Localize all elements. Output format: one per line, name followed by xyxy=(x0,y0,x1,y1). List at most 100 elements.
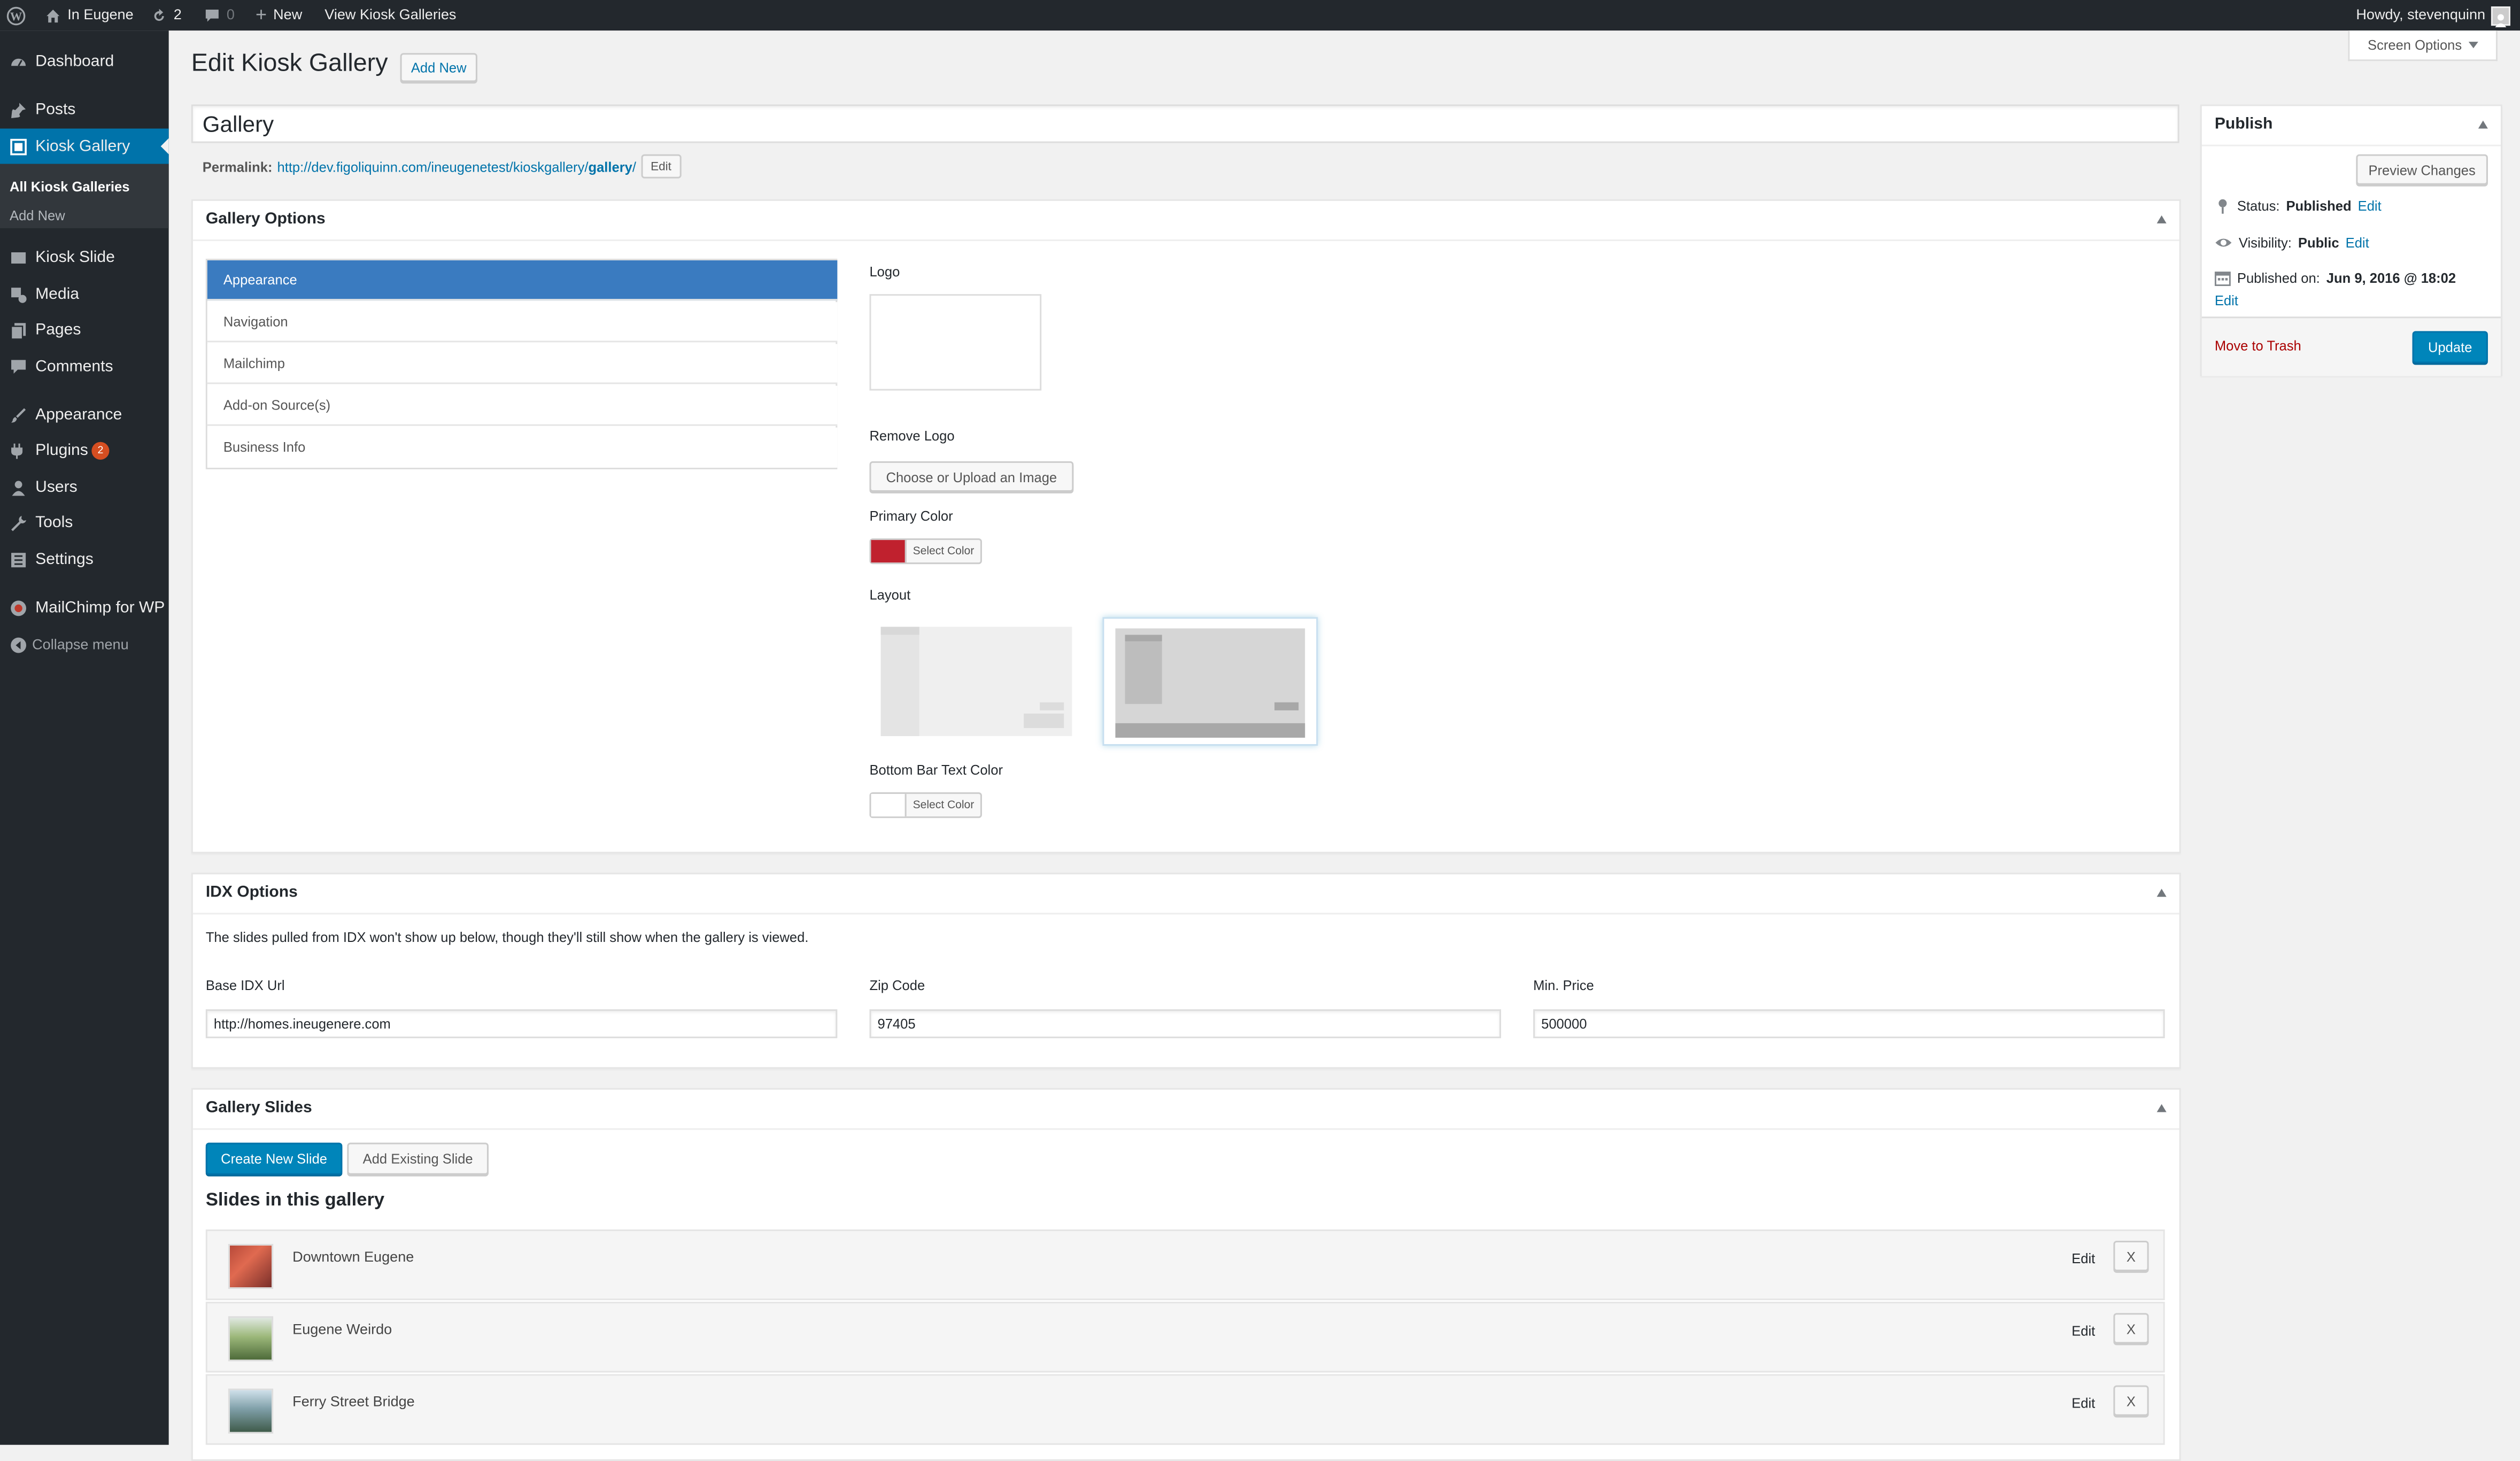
updates-link[interactable]: 2 xyxy=(151,0,182,30)
user-icon xyxy=(12,480,25,495)
base-idx-url-label: Base IDX Url xyxy=(205,977,285,993)
published-on-edit-link[interactable]: Edit xyxy=(2215,292,2238,308)
comments-link[interactable]: 0 xyxy=(204,0,235,30)
logo-label: Logo xyxy=(869,264,900,280)
add-existing-slide-button[interactable]: Add Existing Slide xyxy=(347,1142,489,1175)
sidebar-item-label: Comments xyxy=(35,357,113,375)
sidebar-item-pages[interactable]: Pages xyxy=(0,312,169,347)
plus-icon: + xyxy=(256,3,267,26)
collapse-toggle-icon[interactable] xyxy=(2156,888,2167,897)
slide-edit-link[interactable]: Edit xyxy=(2071,1323,2095,1339)
sidebar-item-settings[interactable]: Settings xyxy=(0,542,169,577)
view-galleries-link[interactable]: View Kiosk Galleries xyxy=(324,0,456,30)
primary-color-label: Primary Color xyxy=(869,508,953,524)
collapse-toggle-icon[interactable] xyxy=(2156,215,2167,223)
primary-color-picker[interactable]: Select Color xyxy=(869,538,982,565)
sidebar-item-mailchimp[interactable]: MailChimp for WP xyxy=(0,590,169,625)
sidebar-item-users[interactable]: Users xyxy=(0,469,169,505)
tab-navigation[interactable]: Navigation xyxy=(207,302,838,343)
sidebar-item-posts[interactable]: Posts xyxy=(0,91,169,127)
zip-code-input[interactable]: 97405 xyxy=(869,1009,1501,1039)
submenu-add-new[interactable]: Add New xyxy=(10,207,65,223)
slide-remove-button[interactable]: X xyxy=(2113,1385,2149,1416)
sidebar-item-dashboard[interactable]: Dashboard xyxy=(0,43,169,79)
tab-business-info[interactable]: Business Info xyxy=(207,427,838,468)
gallery-slides-header[interactable]: Gallery Slides xyxy=(192,1089,2179,1130)
collapse-arrow-icon xyxy=(11,637,27,652)
post-title-input[interactable]: Gallery xyxy=(191,104,2179,143)
slide-thumbnail xyxy=(228,1388,274,1434)
publish-header[interactable]: Publish xyxy=(2201,106,2501,146)
slides-icon xyxy=(11,251,26,263)
collapse-menu-button[interactable]: Collapse menu xyxy=(0,627,169,662)
screen-options-label: Screen Options xyxy=(2368,37,2462,53)
idx-note: The slides pulled from IDX won't show up… xyxy=(205,929,809,945)
sidebar-item-label: Dashboard xyxy=(35,52,114,70)
add-new-button[interactable]: Add New xyxy=(400,53,477,82)
slide-edit-link[interactable]: Edit xyxy=(2071,1250,2095,1266)
collapse-toggle-icon[interactable] xyxy=(2478,120,2488,129)
permalink-base: http://dev.figoliquinn.com/ineugenetest/… xyxy=(277,158,589,175)
visibility-value: Public xyxy=(2298,234,2339,251)
move-to-trash-link[interactable]: Move to Trash xyxy=(2215,337,2301,353)
sidebar-item-kiosk-gallery[interactable]: Kiosk Gallery xyxy=(0,128,169,164)
layout-footer-block xyxy=(1024,713,1064,728)
gallery-options-header[interactable]: Gallery Options xyxy=(192,201,2179,241)
sidebar-item-kiosk-slide[interactable]: Kiosk Slide xyxy=(0,239,169,275)
slide-remove-button[interactable]: X xyxy=(2113,1313,2149,1344)
base-idx-url-input[interactable]: http://homes.ineugenere.com xyxy=(205,1009,838,1039)
sidebar-item-label: MailChimp for WP xyxy=(35,598,165,616)
sidebar-item-tools[interactable]: Tools xyxy=(0,505,169,540)
bottom-bar-color-label: Bottom Bar Text Color xyxy=(869,762,1003,778)
page-title: Edit Kiosk Gallery xyxy=(191,50,388,78)
permalink-url[interactable]: http://dev.figoliquinn.com/ineugenetest/… xyxy=(277,158,637,174)
permalink-edit-button[interactable]: Edit xyxy=(641,154,682,179)
sidebar-item-comments[interactable]: Comments xyxy=(0,349,169,384)
tab-add-on-sources[interactable]: Add-on Source(s) xyxy=(207,385,838,426)
idx-options-header[interactable]: IDX Options xyxy=(192,874,2179,915)
my-account-link[interactable]: Howdy, stevenquinn xyxy=(2356,0,2511,30)
updates-count: 2 xyxy=(173,6,182,23)
slide-row: Ferry Street Bridge Edit X xyxy=(205,1374,2165,1445)
min-price-input[interactable]: 500000 xyxy=(1533,1009,2165,1039)
caret-down-icon xyxy=(2468,42,2478,49)
upload-image-button[interactable]: Choose or Upload an Image xyxy=(869,461,1074,492)
base-idx-url-value: http://homes.ineugenere.com xyxy=(213,1016,391,1032)
create-new-slide-button[interactable]: Create New Slide xyxy=(205,1142,343,1175)
wordpress-logo-icon[interactable]: W xyxy=(6,0,26,30)
layout-option-sidebar[interactable] xyxy=(880,627,1072,736)
slide-remove-button[interactable]: X xyxy=(2113,1240,2149,1272)
layout-option-bottom-bar[interactable] xyxy=(1102,617,1318,746)
visibility-edit-link[interactable]: Edit xyxy=(2346,235,2369,251)
tab-mailchimp[interactable]: Mailchimp xyxy=(207,344,838,384)
logo-preview xyxy=(869,294,1042,391)
status-edit-link[interactable]: Edit xyxy=(2358,198,2382,214)
sidebar-item-plugins[interactable]: Plugins 2 xyxy=(0,432,169,468)
tab-appearance[interactable]: Appearance xyxy=(207,260,838,301)
update-button[interactable]: Update xyxy=(2412,331,2488,364)
publish-box: Publish Preview Changes Status: Publishe… xyxy=(2200,104,2502,376)
slide-edit-link[interactable]: Edit xyxy=(2071,1395,2095,1411)
active-arrow-icon xyxy=(160,138,169,154)
site-name: In Eugene xyxy=(67,6,134,23)
collapse-toggle-icon[interactable] xyxy=(2156,1104,2167,1112)
screen-options-button[interactable]: Screen Options xyxy=(2348,30,2498,61)
sidebar-item-appearance[interactable]: Appearance xyxy=(0,397,169,432)
pin-icon xyxy=(2218,199,2227,214)
options-tab-list: Appearance Navigation Mailchimp Add-on S… xyxy=(205,259,838,469)
layout-sidebar-header xyxy=(880,627,919,635)
bottom-bar-color-picker[interactable]: Select Color xyxy=(869,792,982,818)
idx-options-box: IDX Options The slides pulled from IDX w… xyxy=(191,872,2181,1069)
preview-changes-button[interactable]: Preview Changes xyxy=(2356,154,2488,185)
layout-button-block xyxy=(1274,702,1299,710)
min-price-value: 500000 xyxy=(1541,1016,1587,1032)
sidebar-item-media[interactable]: Media xyxy=(0,276,169,312)
media-icon xyxy=(11,287,27,303)
submenu-all-kiosk-galleries[interactable]: All Kiosk Galleries xyxy=(10,179,129,195)
sidebar-item-label: Posts xyxy=(35,100,76,118)
slide-thumbnail xyxy=(228,1243,274,1289)
remove-logo-link[interactable]: Remove Logo xyxy=(869,428,954,444)
site-name-link[interactable]: In Eugene xyxy=(45,0,134,30)
plugins-update-badge: 2 xyxy=(91,442,110,460)
new-content-link[interactable]: + New xyxy=(256,0,302,30)
